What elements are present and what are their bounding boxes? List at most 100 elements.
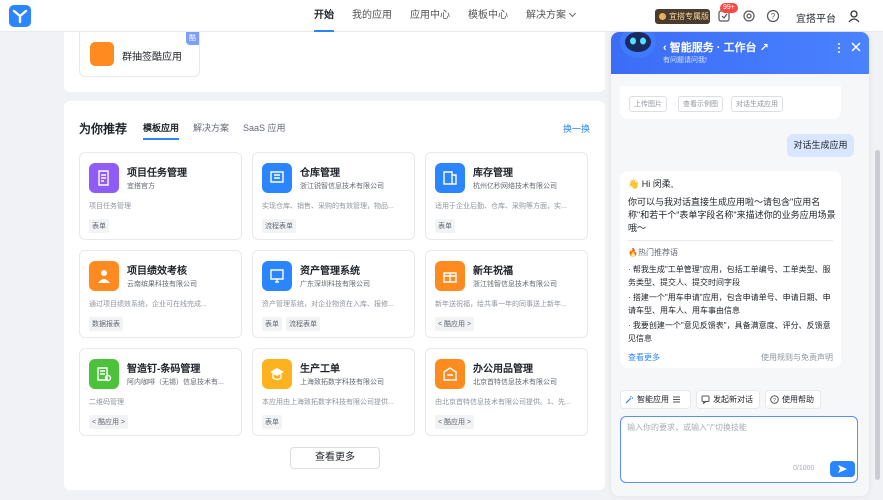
nav-app-center[interactable]: 应用中心 <box>401 0 459 32</box>
suggestion-item[interactable]: · 帮我生成"工单管理"应用，包括工单编号、工单类型、服务类型、提交人、提交时间… <box>628 263 838 289</box>
char-counter: 0/1000 <box>793 465 815 472</box>
card-tag: 流程表单 <box>286 317 320 331</box>
template-card[interactable]: 项目绩效考核 云南缤果科技有限公司 通过项目绩效系统，企业可在线完成... 数据报表 <box>79 250 242 338</box>
nav-my-apps-label: 我的应用 <box>352 10 392 21</box>
assistant-title-text: 智能服务 · 工作台 <box>669 42 757 54</box>
person-icon <box>89 261 119 291</box>
platform-label[interactable]: 宜搭平台 <box>796 10 836 25</box>
logo-icon[interactable] <box>9 5 31 27</box>
tab-solutions[interactable]: 解决方案 <box>193 121 229 137</box>
card-tags: 表单 <box>89 219 113 233</box>
card-description: 项目任务管理 <box>89 203 131 210</box>
recommend-section: 为你推荐 模板应用 解决方案 SaaS 应用 换一换 项目任务管理 宜搭官方 项目任… <box>64 101 605 490</box>
template-card[interactable]: 办公用品管理 北京首特信息技术有限公司 由北京首特信息技术有限公司提供。1、先...… <box>425 348 588 436</box>
user-message: 对话生成应用 <box>787 134 854 157</box>
lottery-app-icon <box>90 42 114 66</box>
message-input[interactable] <box>627 422 851 458</box>
rules-disclaimer-link[interactable]: 使用规则与免责声明 <box>761 352 833 363</box>
send-button[interactable] <box>830 461 855 477</box>
smart-app-button[interactable]: 智能应用 <box>620 390 691 409</box>
chip-dialog-app[interactable]: 对话生成应用 <box>731 96 783 112</box>
nav-start[interactable]: 开始 <box>305 0 343 32</box>
nav-template-center[interactable]: 模板中心 <box>459 0 517 32</box>
card-company: 广东深圳科技有限公司 <box>300 281 370 288</box>
more-vertical-icon[interactable] <box>835 42 843 54</box>
previous-bot-message: 上传图片 查看示例图 对话生成应用 <box>620 86 841 119</box>
see-more-link[interactable]: 查看更多 <box>628 352 660 363</box>
assistant-subtitle: 有问题请问我! <box>663 57 707 64</box>
card-description: 通过项目绩效系统，企业可在线完成... <box>89 301 207 308</box>
swap-link[interactable]: 换一换 <box>563 122 590 135</box>
card-description: 新年送祝福，给共事一年的同事送上新年... <box>435 301 567 308</box>
template-card[interactable]: 智造钉-条码管理 阿内咖啡（无锡）信息技术有... 二维码管理 < 酷应用 > <box>79 348 242 436</box>
nav-start-label: 开始 <box>314 10 334 21</box>
template-card[interactable]: 生产工单 上海致拓数字科技有限公司 本应用由上海致拓数字科技有限公司提供... 表单 <box>252 348 415 436</box>
card-tag: < 酷应用 > <box>435 415 475 429</box>
suggestion-item[interactable]: · 搭建一个"用车申请"应用，包含申请单号、申请日期、申请车型、用车人、用车事由… <box>628 291 838 317</box>
template-card[interactable]: 新年祝福 浙江钱智信息技术有限公司 新年送祝福，给共事一年的同事送上新年... < 酷… <box>425 250 588 338</box>
card-description: 资产管理系统，对企业物资在入库、报修... <box>262 301 394 308</box>
nav-solutions[interactable]: 解决方案 <box>517 0 584 32</box>
card-tags: < 酷应用 > <box>89 415 132 429</box>
card-tag: 表单 <box>435 219 455 233</box>
robot-avatar-icon <box>620 32 656 58</box>
vip-badge[interactable]: 宜搭专属版 <box>655 9 710 24</box>
magic-wand-icon <box>625 396 633 404</box>
assistant-title[interactable]: ‹ 智能服务 · 工作台 ↗ <box>663 39 769 55</box>
suggestion-item[interactable]: · 我要创建一个"意见反馈表"，具备满意度、评分、反馈意见信息 <box>628 319 838 345</box>
card-tag: 表单 <box>89 219 109 233</box>
card-description: 由北京首特信息技术有限公司提供。1、先... <box>435 399 571 406</box>
assistant-actions: 智能应用 发起新对话 ? 使用帮助 <box>620 390 826 409</box>
new-chat-label: 发起新对话 <box>713 395 753 404</box>
card-tag: 流程表单 <box>262 219 296 233</box>
card-company: 阿内咖啡（无锡）信息技术有... <box>127 379 224 386</box>
card-tags: 数据报表 <box>89 317 127 331</box>
recommend-title: 为你推荐 <box>79 122 128 136</box>
pinned-app-card[interactable]: 群抽签酷应用 酷 <box>79 32 200 77</box>
chip-view-example[interactable]: 查看示例图 <box>678 96 723 112</box>
template-card[interactable]: 项目任务管理 宜搭官方 项目任务管理 表单 <box>79 152 242 240</box>
office-icon <box>435 359 465 389</box>
template-card[interactable]: 仓库管理 浙江锐智信息技术有限公司 实现仓库、销售、采购的有效管理，物品... 流程表… <box>252 152 415 240</box>
warehouse-icon <box>262 163 292 193</box>
card-company: 浙江钱智信息技术有限公司 <box>473 281 557 288</box>
help-button[interactable]: ? 使用帮助 <box>765 390 821 409</box>
suggestion-list: · 帮我生成"工单管理"应用，包括工单编号、工单类型、服务类型、提交人、提交时间… <box>628 263 838 347</box>
scrollbar[interactable] <box>875 150 880 480</box>
help-icon[interactable]: ? <box>766 9 780 23</box>
card-description: 本应用由上海致拓数字科技有限公司提供... <box>262 399 394 406</box>
assistant-panel: ‹ 智能服务 · 工作台 ↗ 有问题请问我! 上传图片 查看示例图 对话生成应用… <box>611 32 869 496</box>
tab-saas-apps[interactable]: SaaS 应用 <box>243 121 286 137</box>
message-input-box: 0/1000 <box>620 416 858 483</box>
template-card[interactable]: 资产管理系统 广东深圳科技有限公司 资产管理系统，对企业物资在入库、报修... 表单流… <box>252 250 415 338</box>
nav-my-apps[interactable]: 我的应用 <box>343 0 401 32</box>
notification-badge: 99+ <box>720 3 738 13</box>
close-icon[interactable] <box>851 42 861 52</box>
card-tag: < 酷应用 > <box>435 317 475 331</box>
nav-app-center-label: 应用中心 <box>410 10 450 21</box>
divider <box>628 240 833 241</box>
card-name: 仓库管理 <box>300 168 340 179</box>
tab-template-apps[interactable]: 模板应用 <box>143 121 180 140</box>
question-circle-icon: ? <box>770 395 779 404</box>
card-tag: 表单 <box>262 317 282 331</box>
user-avatar-icon[interactable] <box>847 9 861 23</box>
card-description: 实现仓库、销售、采购的有效管理，物品... <box>262 203 394 210</box>
card-name: 库存管理 <box>473 168 513 179</box>
card-tags: 表单 流程表单 <box>262 317 324 331</box>
template-card[interactable]: 库存管理 杭州亿秒网络技术有限公司 适用于企业后勤、仓库、采购等方面，实... 表单 <box>425 152 588 240</box>
chip-upload-image[interactable]: 上传图片 <box>629 96 667 112</box>
view-more-button[interactable]: 查看更多 <box>290 447 380 469</box>
new-chat-button[interactable]: 发起新对话 <box>696 390 760 409</box>
card-tags: 流程表单 <box>262 219 300 233</box>
card-tag: 表单 <box>262 415 282 429</box>
card-tags: < 酷应用 > <box>435 317 478 331</box>
top-bar: 开始 我的应用 应用中心 模板中心 解决方案 宜搭专属版 99+ ? 宜搭平台 <box>0 0 883 32</box>
recommend-tabs: 模板应用 解决方案 SaaS 应用 <box>143 121 300 140</box>
bot-greeting: 👋 Hi 闵柔, <box>628 179 674 189</box>
chevron-down-icon <box>568 9 577 18</box>
graduation-icon <box>262 359 292 389</box>
vip-label: 宜搭专属版 <box>669 12 709 21</box>
card-description: 适用于企业后勤、仓库、采购等方面，实... <box>435 203 567 210</box>
settings-icon[interactable] <box>742 9 756 23</box>
